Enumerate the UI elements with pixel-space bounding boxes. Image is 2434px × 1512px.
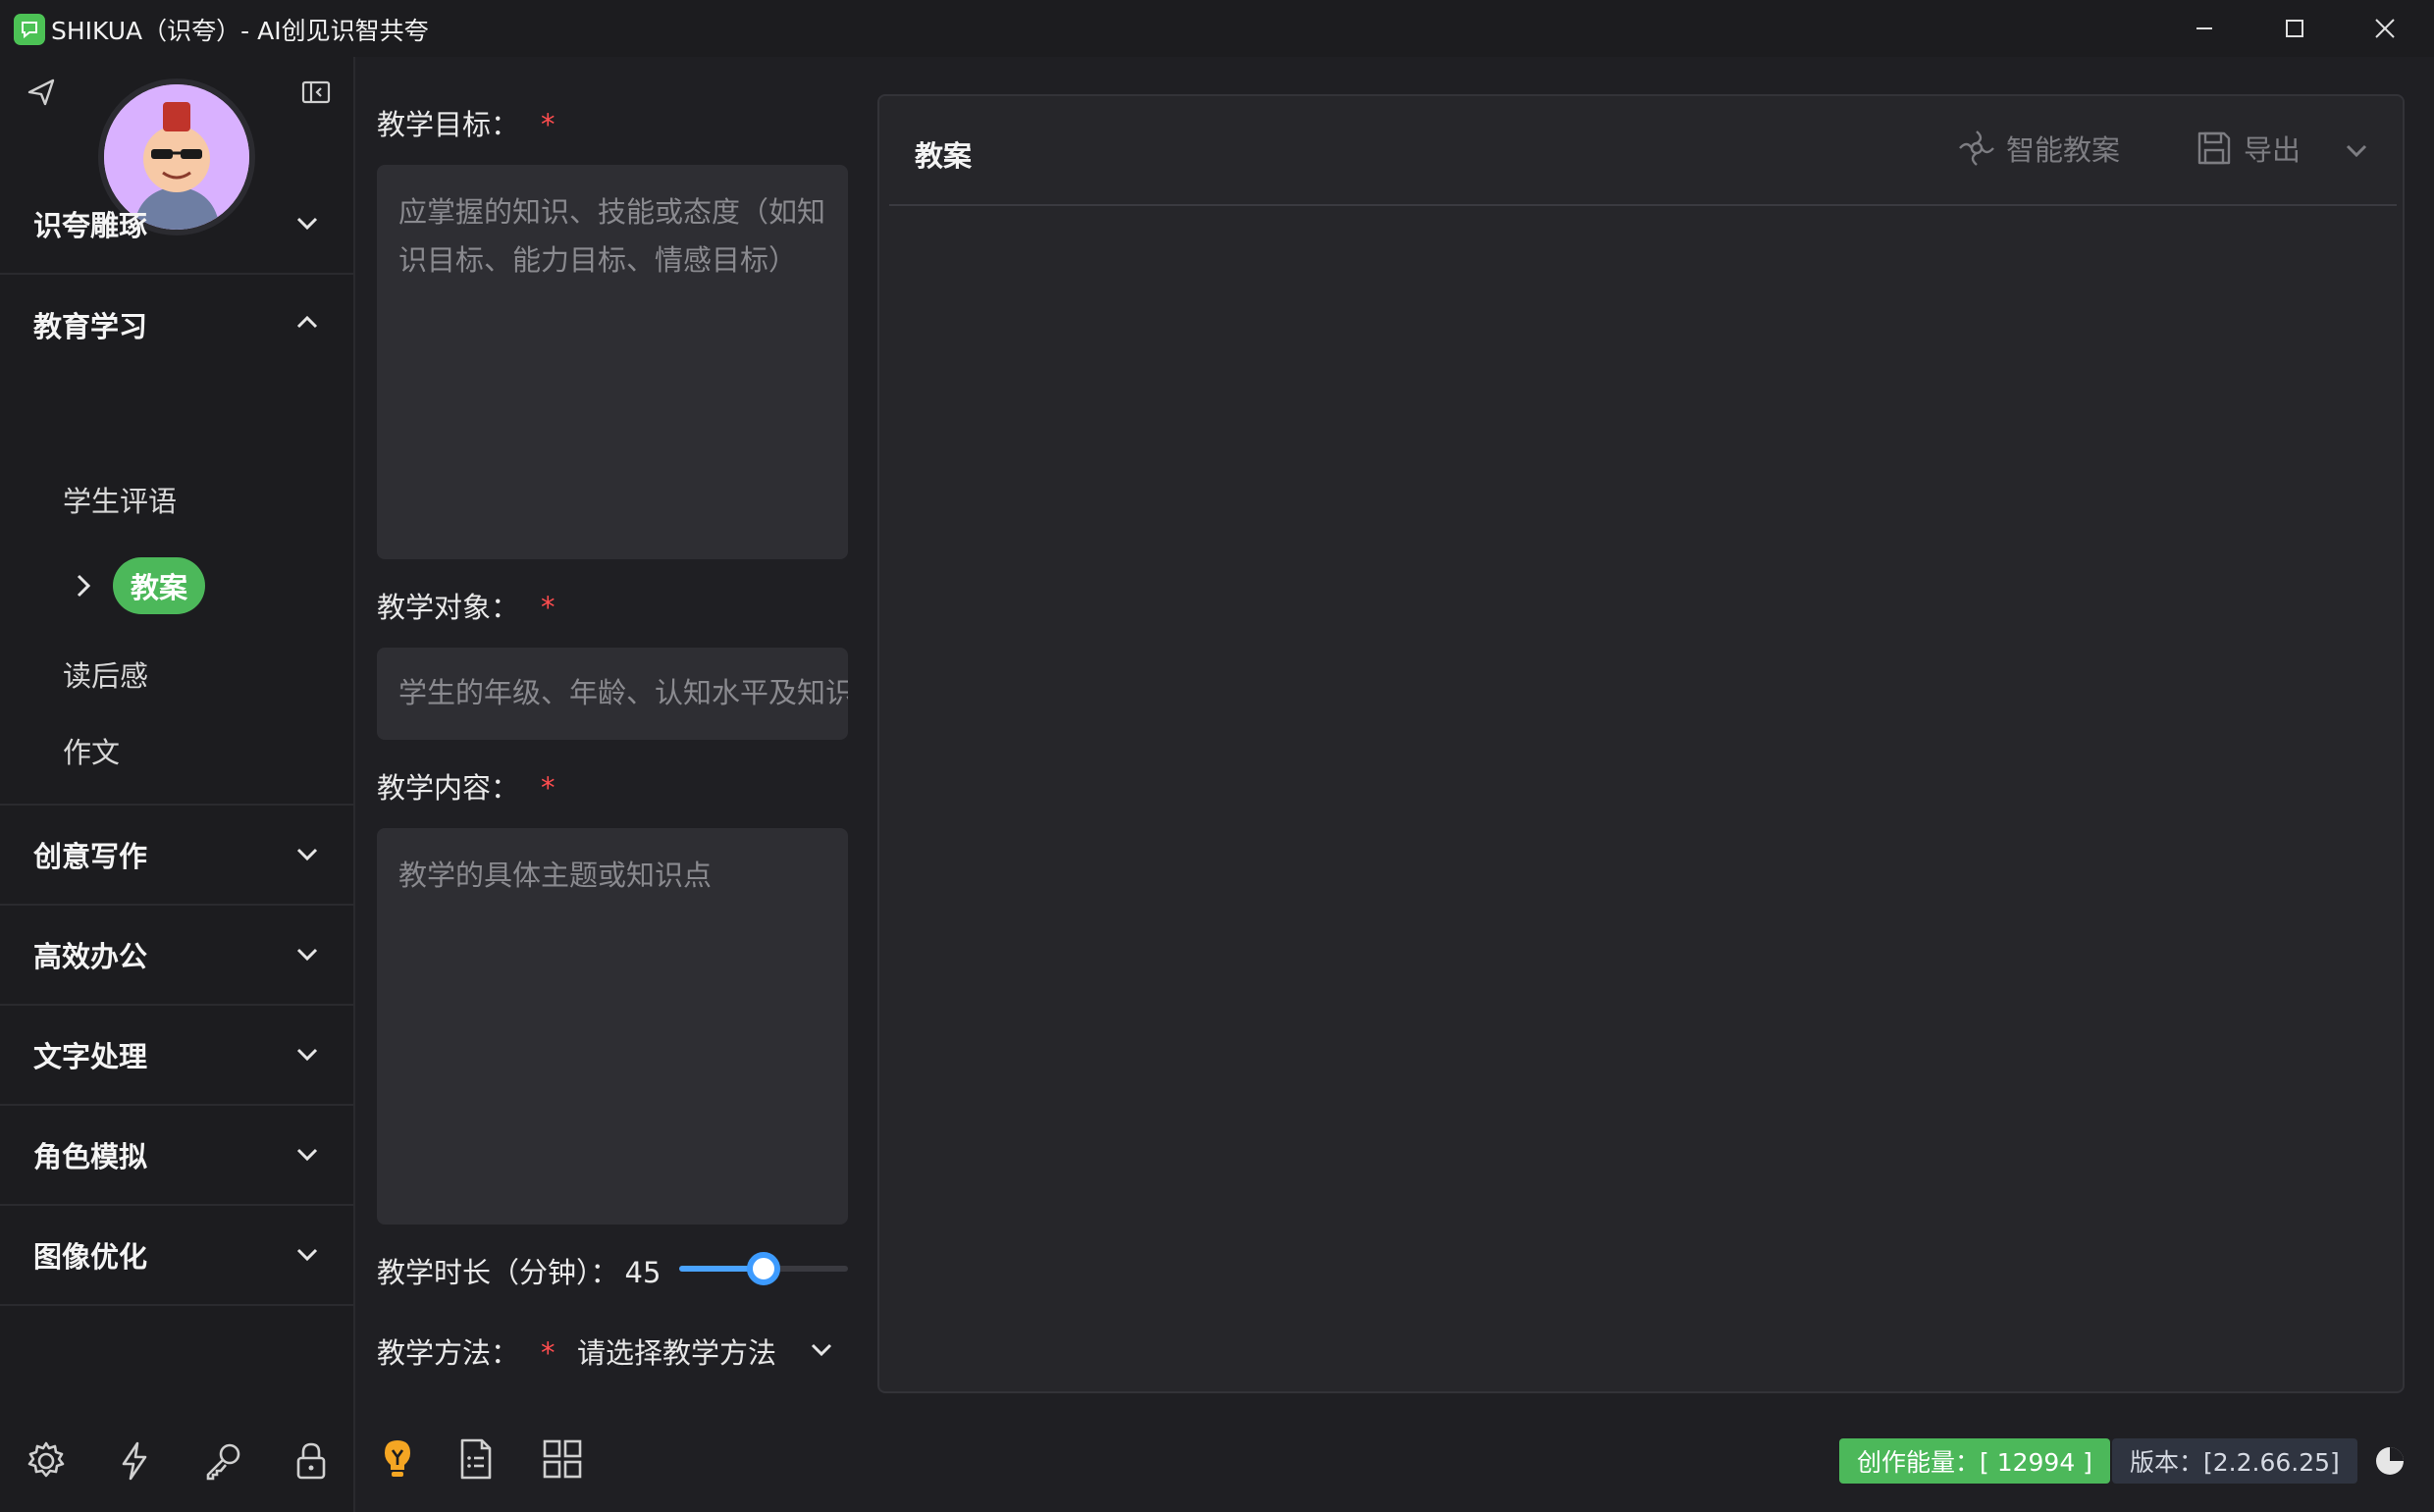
nav-group-office[interactable]: 高效办公 bbox=[0, 906, 355, 1006]
minimize-icon bbox=[2196, 27, 2212, 29]
objective-textarea[interactable]: 应掌握的知识、技能或态度（如知识目标、能力目标、情感目标） bbox=[377, 165, 848, 559]
nav-group-creative-writing[interactable]: 创意写作 bbox=[0, 806, 355, 906]
smart-button-label: 智能教案 bbox=[2006, 133, 2121, 167]
method-select[interactable]: 请选择教学方法 bbox=[577, 1330, 776, 1372]
sidebar-item-lesson-plan[interactable]: 教案 bbox=[113, 557, 206, 614]
required-mark: * bbox=[541, 1336, 556, 1370]
lightbulb-icon[interactable] bbox=[375, 1436, 420, 1482]
document-list-icon[interactable] bbox=[453, 1436, 499, 1482]
key-icon[interactable] bbox=[200, 1438, 245, 1484]
send-icon[interactable] bbox=[24, 75, 59, 110]
sidebar: 识夸雕琢 教育学习 学生评语 教案 读后感 作文 创意写作 高效办公 文字处理 … bbox=[0, 57, 355, 1512]
duration-label: 教学时长（分钟）： 45 bbox=[377, 1256, 661, 1289]
sidebar-item-book-review[interactable]: 读后感 bbox=[63, 653, 148, 695]
required-mark: * bbox=[541, 591, 556, 624]
chevron-down-icon bbox=[296, 1148, 318, 1162]
nav-group-image-optimize[interactable]: 图像优化 bbox=[0, 1206, 355, 1306]
content-label: 教学内容： * bbox=[377, 771, 556, 805]
version-badge: 版本：[2.2.66.25] bbox=[2112, 1438, 2357, 1484]
creation-energy-badge: 创作能量：[ 12994 ] bbox=[1839, 1438, 2110, 1484]
required-mark: * bbox=[541, 771, 556, 805]
smart-lesson-plan-button[interactable]: 智能教案 bbox=[1957, 128, 2120, 169]
minimize-button[interactable] bbox=[2159, 0, 2249, 57]
export-button[interactable]: 导出 bbox=[2195, 128, 2301, 169]
nav-group-label: 图像优化 bbox=[33, 1240, 148, 1274]
sidebar-item-essay[interactable]: 作文 bbox=[63, 730, 120, 771]
nav-group-label: 高效办公 bbox=[33, 940, 148, 973]
app-logo-icon bbox=[14, 14, 45, 45]
collapse-sidebar-icon[interactable] bbox=[298, 75, 334, 110]
ai-sparkle-icon bbox=[1959, 130, 1994, 166]
chevron-down-icon bbox=[296, 217, 318, 231]
gear-icon[interactable] bbox=[24, 1438, 69, 1484]
nav-group-shikua-polish[interactable]: 识夸雕琢 bbox=[0, 175, 355, 275]
nav-group-label: 文字处理 bbox=[33, 1040, 148, 1073]
window-title: SHIKUA（识夸）- AI创见识智共夸 bbox=[51, 17, 429, 45]
lesson-plan-panel: 教案 智能教案 导出 bbox=[877, 94, 2405, 1393]
chevron-down-icon bbox=[296, 1048, 318, 1062]
panel-title: 教案 bbox=[915, 139, 973, 173]
grid-icon[interactable] bbox=[540, 1436, 585, 1482]
save-icon bbox=[2197, 131, 2231, 165]
audience-input[interactable]: 学生的年级、年龄、认知水平及知识 bbox=[377, 648, 848, 740]
nav-group-label: 教育学习 bbox=[33, 310, 148, 343]
close-button[interactable] bbox=[2340, 0, 2430, 57]
slider-thumb[interactable] bbox=[747, 1252, 780, 1285]
chevron-down-icon bbox=[296, 948, 318, 962]
export-button-label: 导出 bbox=[2244, 133, 2302, 167]
title-bar: SHIKUA（识夸）- AI创见识智共夸 bbox=[0, 0, 2434, 57]
content-textarea[interactable]: 教学的具体主题或知识点 bbox=[377, 828, 848, 1225]
nav-group-label: 创意写作 bbox=[33, 840, 148, 873]
objective-label: 教学目标： * bbox=[377, 108, 556, 141]
chevron-down-icon[interactable] bbox=[807, 1334, 836, 1364]
chevron-right-icon bbox=[77, 574, 91, 598]
nav-group-label: 识夸雕琢 bbox=[33, 209, 148, 242]
chevron-up-icon bbox=[296, 315, 318, 329]
chevron-down-icon[interactable] bbox=[2342, 135, 2371, 165]
duration-value: 45 bbox=[624, 1256, 661, 1289]
chevron-down-icon bbox=[296, 1248, 318, 1262]
nav-group-text-processing[interactable]: 文字处理 bbox=[0, 1006, 355, 1106]
required-mark: * bbox=[541, 108, 556, 141]
panel-header: 教案 智能教案 导出 bbox=[889, 96, 2397, 206]
nav-group-label: 角色模拟 bbox=[33, 1140, 148, 1173]
nav-group-education[interactable]: 教育学习 bbox=[0, 275, 355, 375]
nav-group-role-play[interactable]: 角色模拟 bbox=[0, 1106, 355, 1206]
maximize-button[interactable] bbox=[2249, 0, 2340, 57]
duration-slider[interactable] bbox=[679, 1252, 848, 1285]
chevron-down-icon bbox=[296, 848, 318, 861]
audience-label: 教学对象： * bbox=[377, 591, 556, 624]
lightning-icon[interactable] bbox=[112, 1438, 157, 1484]
sidebar-item-student-comment[interactable]: 学生评语 bbox=[63, 479, 177, 520]
lock-icon[interactable] bbox=[289, 1438, 334, 1484]
maximize-icon bbox=[2286, 20, 2303, 37]
theme-toggle-icon[interactable] bbox=[2373, 1444, 2407, 1478]
close-icon bbox=[2375, 19, 2395, 38]
method-label: 教学方法： * bbox=[377, 1336, 556, 1370]
